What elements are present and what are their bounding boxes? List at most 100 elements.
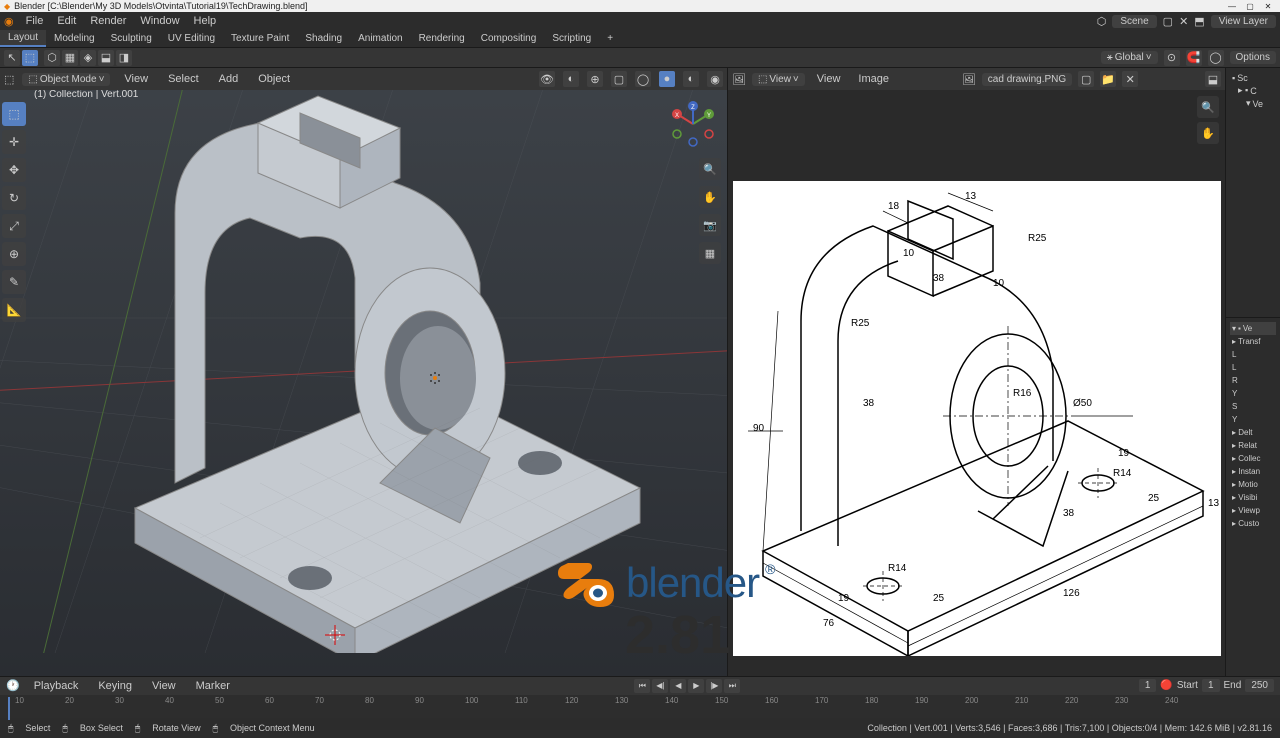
menu-render[interactable]: Render (84, 13, 132, 29)
play-reverse-icon[interactable]: ◀ (670, 679, 686, 693)
viewport-menu-object[interactable]: Object (252, 71, 296, 87)
open-image-icon[interactable]: 📁 (1100, 71, 1116, 87)
svg-text:Y: Y (707, 113, 711, 119)
rotate-tool[interactable]: ↻ (2, 186, 26, 210)
image-editor-type-icon[interactable]: 🖼 (732, 73, 746, 86)
viewport-menu-add[interactable]: Add (213, 71, 245, 87)
viewport-menu-view[interactable]: View (118, 71, 154, 87)
jump-start-icon[interactable]: ⏮ (634, 679, 650, 693)
timeline-marker[interactable]: Marker (190, 678, 236, 694)
tab-modeling[interactable]: Modeling (46, 31, 103, 46)
perspective-icon[interactable]: ▦ (699, 242, 721, 264)
snap-toggle-icon[interactable]: 🧲 (1186, 50, 1202, 66)
transform-tool[interactable]: ⊕ (2, 242, 26, 266)
image-canvas[interactable]: 18 13 R25 10 38 R25 10 38 R16 Ø50 19 R14… (728, 160, 1225, 676)
timeline-playback[interactable]: Playback (28, 678, 85, 694)
image-settings-icon[interactable]: ⬓ (1205, 71, 1221, 87)
options-dropdown[interactable]: Options (1230, 51, 1276, 64)
annotate-tool[interactable]: ✎ (2, 270, 26, 294)
image-menu-view[interactable]: View (811, 71, 847, 87)
maximize-button[interactable]: ▢ (1242, 1, 1258, 11)
snap-face-icon[interactable]: ◨ (116, 50, 132, 66)
shading-solid-icon[interactable]: ● (659, 71, 675, 87)
image-filename-field[interactable]: cad drawing.PNG (982, 73, 1072, 86)
playhead[interactable] (8, 697, 10, 720)
image-pan-icon[interactable]: ✋ (1197, 122, 1219, 144)
unlink-image-icon[interactable]: ✕ (1122, 71, 1138, 87)
close-button[interactable]: ✕ (1260, 1, 1276, 11)
svg-text:19: 19 (838, 593, 850, 604)
new-scene-icon[interactable]: ▢ (1163, 15, 1173, 28)
play-icon[interactable]: ▶ (688, 679, 704, 693)
scene-selector[interactable]: Scene (1112, 15, 1156, 28)
shading-rendered-icon[interactable]: ◉ (707, 71, 723, 87)
orientation-dropdown[interactable]: ⚹ Global ˅ (1101, 51, 1158, 64)
current-frame-field[interactable]: 1 (1139, 679, 1157, 692)
tab-animation[interactable]: Animation (350, 31, 410, 46)
delete-scene-icon[interactable]: ✕ (1179, 15, 1188, 28)
timeline-keying[interactable]: Keying (92, 678, 138, 694)
camera-icon[interactable]: 📷 (699, 214, 721, 236)
start-frame-field[interactable]: 1 (1202, 679, 1220, 692)
pivot-icon[interactable]: ⊙ (1164, 50, 1180, 66)
outliner[interactable]: ▪ Sc ▸ ▪ C ▾ Ve (1226, 68, 1280, 318)
jump-end-icon[interactable]: ⏭ (724, 679, 740, 693)
tab-compositing[interactable]: Compositing (473, 31, 545, 46)
timeline-ruler[interactable]: 1020304050607080901001101201301401501601… (0, 695, 1280, 718)
minimize-button[interactable]: — (1224, 1, 1240, 11)
measure-tool[interactable]: 📐 (2, 298, 26, 322)
new-image-icon[interactable]: ▢ (1078, 71, 1094, 87)
keyframe-next-icon[interactable]: |▶ (706, 679, 722, 693)
zoom-icon[interactable]: 🔍 (699, 158, 721, 180)
svg-text:90: 90 (753, 423, 765, 434)
image-menu-image[interactable]: Image (852, 71, 895, 87)
keyframe-prev-icon[interactable]: ◀| (652, 679, 668, 693)
tab-sculpting[interactable]: Sculpting (103, 31, 160, 46)
ruler-tick: 210 (1015, 696, 1028, 705)
overlay-toggle-icon[interactable]: ⊕ (587, 71, 603, 87)
shading-material-icon[interactable]: ◐ (683, 71, 699, 87)
outliner-scene[interactable]: ▪ Sc (1230, 72, 1276, 84)
mode-dropdown[interactable]: ⬚ Object Mode ˅ (22, 73, 110, 86)
select-box-tool[interactable]: ⬚ (2, 102, 26, 126)
scale-tool[interactable]: ⤢ (2, 214, 26, 238)
menu-file[interactable]: File (20, 13, 50, 29)
image-view-dropdown[interactable]: ⬚ View ˅ (752, 73, 805, 86)
outliner-collection[interactable]: ▸ ▪ C (1230, 84, 1276, 97)
select-tool-icon[interactable]: ⬚ (22, 50, 38, 66)
move-tool[interactable]: ✥ (2, 158, 26, 182)
visibility-icon[interactable]: 👁 (539, 71, 555, 87)
tab-layout[interactable]: Layout (0, 30, 46, 47)
properties-panel[interactable]: ▾ ▪ Ve ▸ Transf L L R Y S Y ▸ Delt ▸ Rel… (1226, 318, 1280, 676)
tab-scripting[interactable]: Scripting (544, 31, 599, 46)
navigation-gizmo[interactable]: X Y Z (667, 98, 719, 150)
tab-add[interactable]: + (599, 31, 621, 46)
menu-edit[interactable]: Edit (51, 13, 82, 29)
viewport-menu-select[interactable]: Select (162, 71, 205, 87)
tab-texture-paint[interactable]: Texture Paint (223, 31, 297, 46)
pan-icon[interactable]: ✋ (699, 186, 721, 208)
timeline-view[interactable]: View (146, 678, 182, 694)
snap-vertex-icon[interactable]: ◈ (80, 50, 96, 66)
outliner-object[interactable]: ▾ Ve (1230, 97, 1276, 110)
snap-edge-icon[interactable]: ⬓ (98, 50, 114, 66)
editor-type-icon[interactable]: ⬚ (4, 73, 14, 86)
viewlayer-selector[interactable]: View Layer (1211, 15, 1276, 28)
snap-magnet-icon[interactable]: ⬡ (44, 50, 60, 66)
end-frame-field[interactable]: 250 (1245, 679, 1274, 692)
cursor-tool-icon[interactable]: ↖ (4, 50, 20, 66)
auto-key-icon[interactable]: 🔴 (1160, 680, 1172, 691)
image-zoom-icon[interactable]: 🔍 (1197, 96, 1219, 118)
tab-rendering[interactable]: Rendering (411, 31, 473, 46)
proportional-icon[interactable]: ◯ (1208, 50, 1224, 66)
shading-wire-icon[interactable]: ◯ (635, 71, 651, 87)
tab-shading[interactable]: Shading (297, 31, 350, 46)
gizmo-toggle-icon[interactable]: ◐ (563, 71, 579, 87)
cursor-tool[interactable]: ✛ (2, 130, 26, 154)
snap-grid-icon[interactable]: ▦ (62, 50, 78, 66)
tab-uv-editing[interactable]: UV Editing (160, 31, 223, 46)
timeline-editor-icon[interactable]: 🕐 (6, 679, 20, 692)
menu-help[interactable]: Help (188, 13, 223, 29)
menu-window[interactable]: Window (134, 13, 185, 29)
xray-icon[interactable]: ▢ (611, 71, 627, 87)
